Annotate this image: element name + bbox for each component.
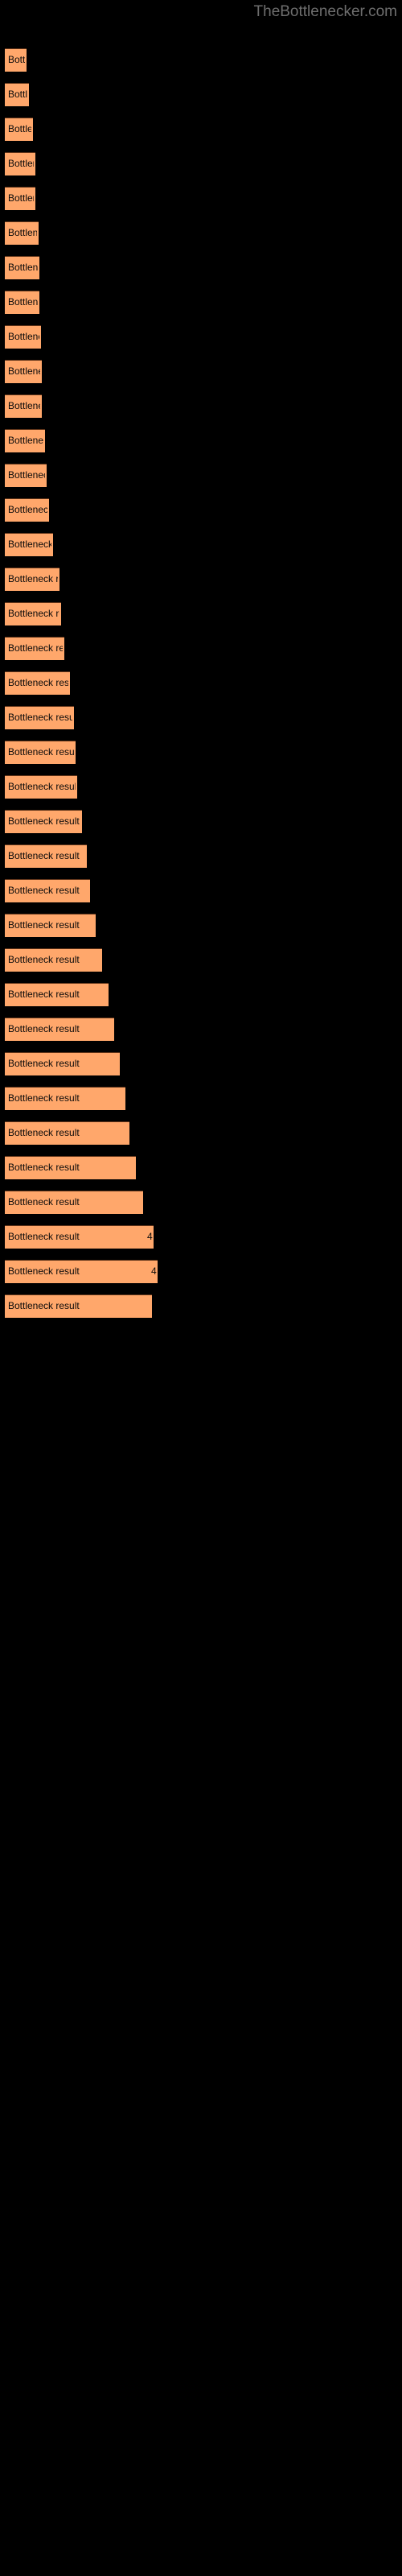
bar[interactable] — [5, 533, 53, 556]
bar-row[interactable]: Bottleneck result — [5, 498, 97, 522]
bar-row[interactable]: Bottleneck result — [5, 1087, 174, 1110]
bar[interactable] — [5, 325, 41, 349]
bar[interactable] — [5, 948, 102, 972]
bar-row[interactable]: Bottleneck result — [5, 325, 89, 349]
bar[interactable] — [5, 118, 33, 141]
bar-row[interactable]: Bottleneck result — [5, 83, 77, 106]
bar-row[interactable]: Bottleneck result — [5, 394, 90, 418]
chart-viewport: TheBottlenecker.com Bottleneck resultBot… — [0, 0, 402, 2576]
bar[interactable] — [5, 568, 59, 591]
bar-row[interactable]: Bottleneck result — [5, 1052, 168, 1075]
bar[interactable] — [5, 1018, 114, 1041]
bar[interactable] — [5, 1225, 154, 1249]
bar[interactable] — [5, 464, 47, 487]
bar[interactable] — [5, 1191, 143, 1214]
bar[interactable] — [5, 498, 49, 522]
bar-row[interactable]: Bottleneck result — [5, 429, 93, 452]
bar-row[interactable]: Bottleneck result — [5, 256, 88, 279]
bar[interactable] — [5, 914, 96, 937]
bar-row[interactable]: Bottleneck result — [5, 706, 122, 729]
bar-row[interactable]: Bottleneck result — [5, 464, 95, 487]
bar[interactable] — [5, 637, 64, 660]
bar[interactable] — [5, 221, 39, 245]
bar-row[interactable]: Bottleneck result 4 — [5, 1225, 202, 1249]
bar-row[interactable]: Bottleneck result — [5, 533, 101, 556]
bar[interactable] — [5, 810, 82, 833]
bar-row[interactable]: Bottleneck result — [5, 983, 157, 1006]
bar-row[interactable]: Bottleneck result — [5, 810, 130, 833]
bar-row[interactable]: Bottleneck result — [5, 187, 84, 210]
bar-row[interactable]: Bottleneck result — [5, 637, 113, 660]
bar[interactable] — [5, 706, 74, 729]
bar[interactable] — [5, 983, 109, 1006]
bar-row[interactable]: Bottleneck result — [5, 1018, 162, 1041]
bar[interactable] — [5, 879, 90, 902]
bar[interactable] — [5, 187, 35, 210]
bar-row[interactable]: Bottleneck result — [5, 1121, 178, 1145]
bar-row[interactable]: Bottleneck result — [5, 948, 150, 972]
bar[interactable] — [5, 1121, 129, 1145]
bar-row[interactable]: Bottleneck result — [5, 152, 84, 175]
bar-row[interactable]: Bottleneck result 4 — [5, 1260, 206, 1283]
bar[interactable] — [5, 152, 35, 175]
bar[interactable] — [5, 429, 45, 452]
bar[interactable] — [5, 844, 87, 868]
bar[interactable] — [5, 1052, 120, 1075]
bar[interactable] — [5, 256, 39, 279]
bar[interactable] — [5, 1294, 152, 1318]
bar[interactable] — [5, 48, 27, 72]
bar[interactable] — [5, 741, 76, 764]
bar[interactable] — [5, 394, 42, 418]
bar-row[interactable]: Bottleneck result — [5, 291, 88, 314]
bar[interactable] — [5, 291, 39, 314]
bar[interactable] — [5, 360, 42, 383]
bottleneck-bar-chart: Bottleneck result Bottleneck result Bottle… — [0, 0, 402, 2576]
bar[interactable] — [5, 83, 29, 106]
bar[interactable] — [5, 775, 77, 799]
bar-row[interactable]: Bottleneck result — [5, 1294, 200, 1318]
bar[interactable] — [5, 1087, 125, 1110]
bar-row[interactable]: Bottleneck result — [5, 879, 138, 902]
bar[interactable] — [5, 1260, 158, 1283]
bar-row[interactable]: Bottleneck result — [5, 118, 81, 141]
bar[interactable] — [5, 671, 70, 695]
bar-row[interactable]: Bottleneck result — [5, 602, 109, 625]
bar-row[interactable]: Bottleneck result — [5, 568, 108, 591]
bar-row[interactable]: Bottleneck result — [5, 844, 135, 868]
bar-row[interactable]: Bottleneck result — [5, 1191, 191, 1214]
bar[interactable] — [5, 1156, 136, 1179]
bar-row[interactable]: Bottleneck result — [5, 741, 124, 764]
bar-row[interactable]: Bottleneck result — [5, 671, 118, 695]
bar-row[interactable]: Bottleneck result — [5, 221, 87, 245]
bar-row[interactable]: Bottleneck result — [5, 914, 144, 937]
bar-row[interactable]: Bottleneck result — [5, 48, 75, 72]
bar-row[interactable]: Bottleneck result — [5, 1156, 184, 1179]
bar-row[interactable]: Bottleneck result — [5, 360, 90, 383]
bar[interactable] — [5, 602, 61, 625]
bar-row[interactable]: Bottleneck result — [5, 775, 125, 799]
